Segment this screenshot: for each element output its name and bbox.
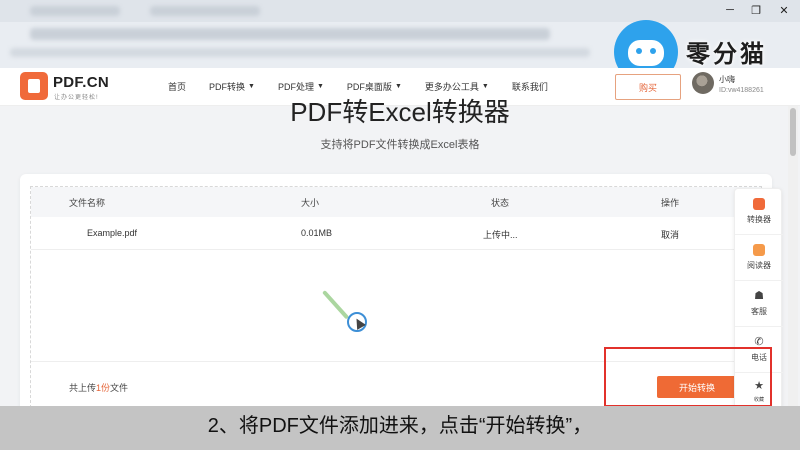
nav-item-pdf-convert[interactable]: PDF转换 ▼ (209, 80, 255, 93)
address-bar[interactable] (30, 28, 550, 40)
sidebar-item-label: 转换器 (747, 215, 771, 224)
upload-count: 共上传1份文件 (69, 381, 128, 394)
sidebar-item-converter[interactable]: 转换器 (735, 189, 783, 235)
avatar[interactable] (692, 72, 714, 94)
nav-item-home[interactable]: 首页 (168, 80, 186, 93)
sidebar-item-label: 客服 (751, 307, 767, 316)
user-id: ID:vw4188261 (719, 87, 764, 94)
caret-down-icon: ▼ (248, 83, 255, 90)
nav-item-pdf-process[interactable]: PDF处理 ▼ (278, 80, 324, 93)
nav-label: PDF桌面版 (346, 82, 392, 92)
nav-label: PDF转换 (209, 82, 246, 92)
file-size: 0.01MB (301, 228, 333, 238)
logo-text[interactable]: PDF.CN (53, 74, 109, 91)
count-suffix: 文件 (110, 383, 129, 393)
file-name: Example.pdf (87, 228, 138, 238)
converter-icon (753, 198, 765, 210)
nav-item-more-tools[interactable]: 更多办公工具 ▼ (425, 80, 489, 93)
user-name[interactable]: 小嗨 (719, 74, 735, 85)
nav-item-pdf-desktop[interactable]: PDF桌面版 ▼ (347, 80, 402, 93)
browser-tab[interactable] (150, 6, 260, 16)
column-header-status: 状态 (491, 198, 510, 208)
caption-text: 2、将PDF文件添加进来，点击“开始转换”， (207, 415, 593, 437)
caret-down-icon: ▼ (481, 83, 489, 90)
caret-down-icon: ▼ (316, 83, 324, 90)
file-table-header: 文件名称 大小 状态 操作 (31, 187, 761, 217)
browser-tab-row (0, 0, 800, 22)
sidebar-item-label: 阅读器 (747, 261, 771, 270)
page-subtitle: 支持将PDF文件转换成Excel表格 (320, 139, 480, 151)
column-header-size: 大小 (301, 198, 320, 208)
service-icon: ☗ (754, 290, 764, 302)
caret-down-icon: ▼ (394, 83, 402, 90)
nav-label: 首页 (168, 82, 187, 92)
browser-tab[interactable] (30, 6, 120, 16)
minimize-icon[interactable]: ─ (716, 0, 744, 20)
file-status: 上传中... (483, 230, 518, 240)
nav-label: PDF处理 (277, 82, 314, 92)
bookmarks-bar (10, 48, 590, 57)
divider (31, 249, 761, 250)
scrollbar-thumb[interactable] (790, 108, 796, 156)
sidebar-item-reader[interactable]: 阅读器 (735, 235, 783, 281)
cancel-upload-link[interactable]: 取消 (661, 228, 679, 241)
brand-watermark: 零分猫 (686, 41, 767, 68)
count-number: 1份 (96, 383, 111, 393)
column-header-action: 操作 (661, 198, 680, 208)
nav-label: 更多办公工具 (424, 82, 479, 92)
close-icon[interactable]: ✕ (770, 0, 798, 20)
reader-icon (753, 244, 765, 256)
restore-icon[interactable]: ❐ (742, 0, 770, 20)
page-title: PDF转Excel转换器 (290, 97, 510, 127)
sidebar-item-service[interactable]: ☗ 客服 (735, 281, 783, 327)
nav-item-contact[interactable]: 联系我们 (512, 80, 548, 93)
nav-label: 联系我们 (511, 82, 548, 92)
tutorial-highlight-box (604, 347, 772, 407)
browser-chrome: ─ ❐ ✕ (0, 0, 800, 68)
main-nav: 首页 PDF转换 ▼ PDF处理 ▼ PDF桌面版 ▼ 更多办公工具 ▼ 联系我们 (168, 80, 571, 93)
count-prefix: 共上传 (69, 383, 97, 393)
column-header-filename: 文件名称 (69, 198, 106, 208)
